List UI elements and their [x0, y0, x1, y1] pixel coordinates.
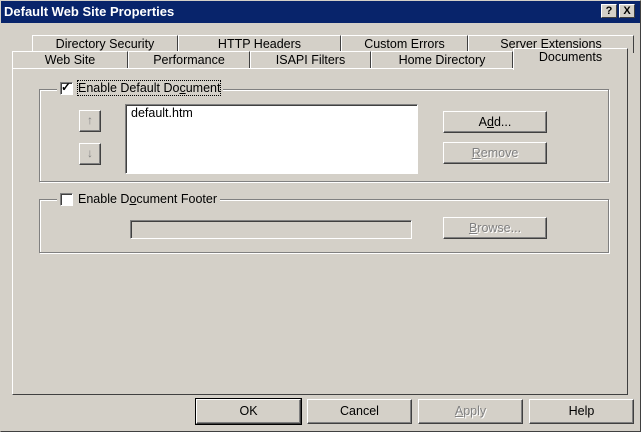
- default-document-list[interactable]: default.htm: [125, 104, 418, 174]
- list-item[interactable]: default.htm: [126, 105, 417, 121]
- document-footer-label: Enable Document Footer: [78, 192, 217, 206]
- move-up-button[interactable]: ↑: [79, 110, 101, 132]
- default-document-label: Enable Default Document: [76, 80, 222, 96]
- title-bar[interactable]: Default Web Site Properties ? X: [1, 1, 640, 23]
- arrow-up-icon: ↑: [87, 113, 93, 127]
- tab-isapi-filters[interactable]: ISAPI Filters: [250, 51, 371, 69]
- tab-web-site[interactable]: Web Site: [12, 51, 128, 69]
- move-down-button[interactable]: ↓: [79, 143, 101, 165]
- tab-documents[interactable]: Documents: [513, 48, 628, 70]
- browse-button[interactable]: Browse...: [443, 217, 547, 239]
- properties-dialog: Default Web Site Properties ? X Director…: [0, 0, 641, 432]
- add-button[interactable]: Add...: [443, 111, 547, 133]
- tab-home-directory[interactable]: Home Directory: [371, 51, 513, 69]
- default-document-checkbox-box[interactable]: ✓: [60, 79, 73, 95]
- tab-performance[interactable]: Performance: [128, 51, 250, 69]
- close-button[interactable]: X: [619, 4, 635, 18]
- arrow-down-icon: ↓: [87, 146, 93, 160]
- help-caption-button[interactable]: ?: [601, 4, 617, 18]
- cancel-button[interactable]: Cancel: [307, 399, 412, 424]
- window-title: Default Web Site Properties: [4, 4, 175, 19]
- ok-button[interactable]: OK: [195, 398, 302, 425]
- footer-path-input[interactable]: [130, 220, 412, 239]
- enable-document-footer-checkbox[interactable]: Enable Document Footer: [57, 192, 220, 206]
- remove-button[interactable]: Remove: [443, 142, 547, 164]
- enable-default-document-checkbox[interactable]: ✓ Enable Default Document: [57, 79, 224, 96]
- documents-panel: ✓ Enable Default Document ↑ ↓ default.ht…: [12, 68, 628, 395]
- check-icon: ✓: [61, 79, 72, 94]
- document-footer-checkbox-box[interactable]: [60, 192, 73, 206]
- help-button[interactable]: Help: [529, 399, 634, 424]
- apply-button[interactable]: Apply: [418, 399, 523, 424]
